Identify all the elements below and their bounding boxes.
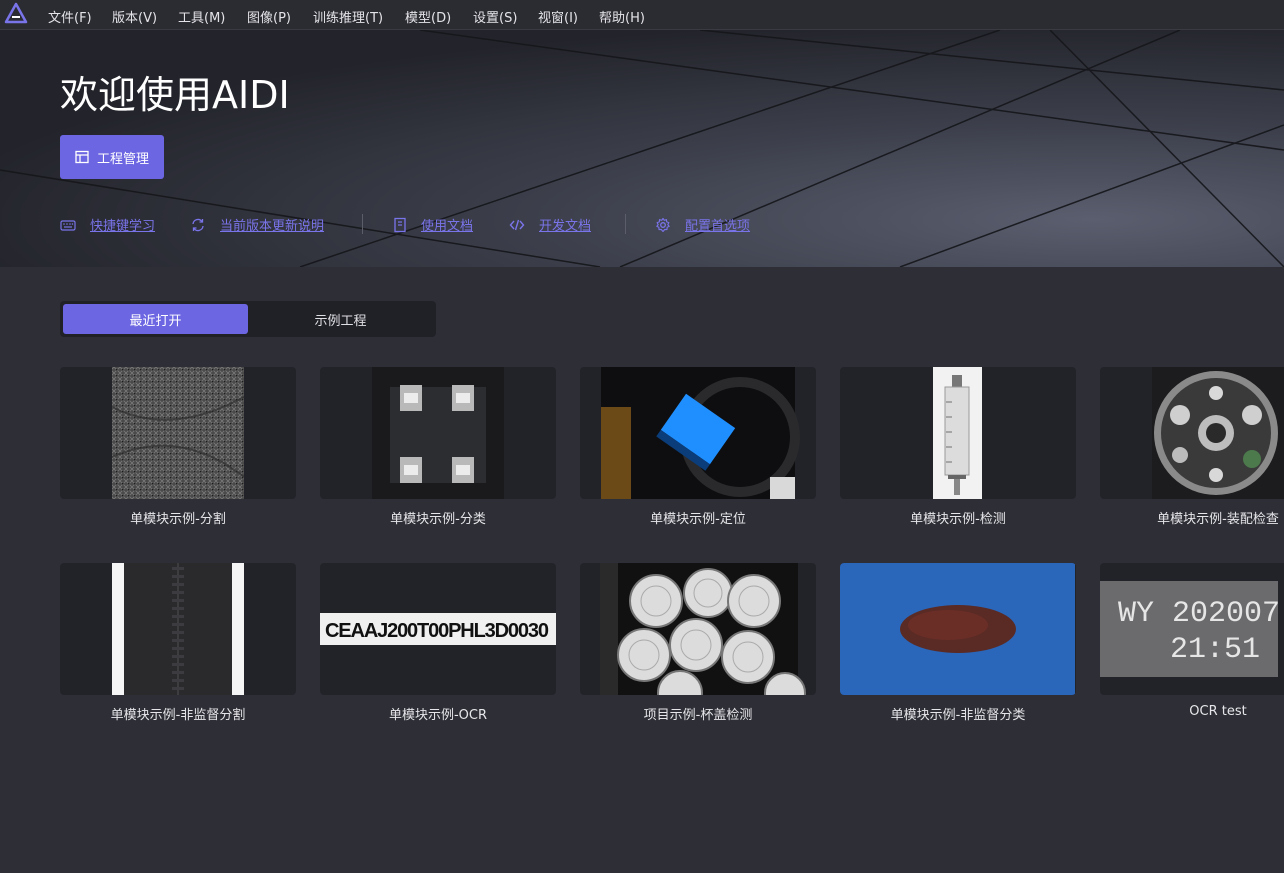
project-thumbnail[interactable] — [840, 563, 1076, 695]
shortcut-learning-link[interactable]: 快捷键学习 — [60, 215, 155, 234]
keyboard-icon — [60, 219, 76, 231]
project-thumbnail[interactable] — [60, 563, 296, 695]
ocr-test-line1: WY 202007 — [1118, 597, 1280, 631]
project-name: 单模块示例-检测 — [910, 512, 1006, 527]
project-thumbnail[interactable] — [580, 563, 816, 695]
project-name: 单模块示例-非监督分割 — [110, 708, 246, 723]
welcome-banner: 欢迎使用AIDI 工程管理 快捷键学习 当前版本更新说明 使用文档 开发文档 配… — [0, 30, 1284, 267]
menu-tools[interactable]: 工具(M) — [178, 7, 225, 26]
code-icon — [509, 219, 525, 230]
project-name: OCR test — [1189, 704, 1247, 719]
segmentation-texture-thumbnail — [111, 367, 245, 499]
project-thumbnail[interactable]: CEAAJ200T00PHL3D0030 — [320, 563, 556, 695]
assembly-gear-thumbnail — [1152, 367, 1284, 499]
project-thumbnail[interactable]: WY 202007 21:51 — [1100, 563, 1284, 695]
project-card[interactable]: 单模块示例-非监督分类 — [840, 563, 1076, 723]
menu-window[interactable]: 视窗(I) — [538, 7, 578, 26]
user-docs-label: 使用文档 — [421, 219, 474, 234]
menu-image[interactable]: 图像(P) — [247, 7, 291, 26]
project-card[interactable]: CEAAJ200T00PHL3D0030 单模块示例-OCR — [320, 563, 556, 723]
tab-recent[interactable]: 最近打开 — [63, 304, 248, 334]
project-name: 单模块示例-OCR — [388, 708, 488, 723]
project-thumbnail[interactable] — [320, 367, 556, 499]
app-logo-icon[interactable] — [4, 1, 28, 25]
detection-syringe-thumbnail — [933, 367, 982, 499]
link-divider — [362, 214, 363, 234]
user-docs-link[interactable]: 使用文档 — [393, 215, 473, 234]
preferences-label: 配置首选项 — [685, 219, 751, 234]
dev-docs-label: 开发文档 — [539, 219, 592, 234]
document-icon — [394, 217, 406, 232]
project-name: 单模块示例-定位 — [650, 512, 746, 527]
release-notes-link[interactable]: 当前版本更新说明 — [190, 215, 324, 234]
project-thumbnail[interactable] — [1100, 367, 1284, 499]
refresh-icon — [192, 218, 204, 231]
project-card[interactable]: 项目示例-杯盖检测 — [580, 563, 816, 723]
project-card[interactable]: 单模块示例-定位 — [580, 367, 816, 527]
project-thumbnail[interactable] — [840, 367, 1076, 499]
project-card[interactable]: 单模块示例-分割 — [60, 367, 296, 527]
ocr-sample-text: CEAAJ200T00PHL3D0030 — [325, 620, 549, 642]
classification-chip-thumbnail — [372, 367, 504, 499]
project-card[interactable]: 单模块示例-非监督分割 — [60, 563, 296, 723]
gear-icon — [656, 217, 670, 232]
zipper-thumbnail — [112, 563, 244, 695]
project-name: 单模块示例-装配检查 — [1157, 512, 1279, 527]
menu-bar: 文件(F) 版本(V) 工具(M) 图像(P) 训练推理(T) 模型(D) 设置… — [0, 0, 1284, 30]
menu-training[interactable]: 训练推理(T) — [313, 7, 383, 26]
project-management-button[interactable]: 工程管理 — [60, 135, 164, 179]
project-tabs: 最近打开 示例工程 — [60, 301, 436, 337]
menu-help[interactable]: 帮助(H) — [599, 7, 645, 26]
release-notes-label: 当前版本更新说明 — [220, 219, 325, 234]
shortcut-learning-label: 快捷键学习 — [90, 219, 156, 234]
project-management-label: 工程管理 — [96, 151, 149, 167]
project-name: 单模块示例-非监督分类 — [890, 708, 1026, 723]
cup-lid-thumbnail — [600, 563, 806, 695]
dev-docs-link[interactable]: 开发文档 — [509, 215, 591, 234]
ocr-test-line2: 21:51 — [1170, 633, 1260, 667]
ocr-test-thumbnail: WY 202007 21:51 — [1100, 581, 1280, 677]
project-name: 单模块示例-分类 — [390, 512, 486, 527]
project-thumbnail[interactable] — [580, 367, 816, 499]
project-name: 单模块示例-分割 — [130, 512, 226, 527]
project-name: 项目示例-杯盖检测 — [643, 708, 753, 723]
project-card[interactable]: 单模块示例-装配检查 — [1100, 367, 1284, 527]
preferences-link[interactable]: 配置首选项 — [655, 215, 750, 234]
menu-file[interactable]: 文件(F) — [48, 7, 92, 26]
localization-blue-part-thumbnail — [601, 367, 800, 499]
link-divider — [625, 214, 626, 234]
layout-icon — [75, 150, 89, 164]
menu-version[interactable]: 版本(V) — [112, 7, 157, 26]
unsupervised-classification-thumbnail — [840, 563, 1075, 695]
menu-settings[interactable]: 设置(S) — [473, 7, 517, 26]
menu-model[interactable]: 模型(D) — [405, 7, 451, 26]
project-card[interactable]: WY 202007 21:51 OCR test — [1100, 563, 1284, 719]
ocr-label-thumbnail: CEAAJ200T00PHL3D0030 — [320, 613, 556, 645]
project-card[interactable]: 单模块示例-检测 — [840, 367, 1076, 527]
project-thumbnail[interactable] — [60, 367, 296, 499]
page-title: 欢迎使用AIDI — [60, 73, 290, 117]
tab-examples[interactable]: 示例工程 — [248, 304, 433, 334]
project-card[interactable]: 单模块示例-分类 — [320, 367, 556, 527]
